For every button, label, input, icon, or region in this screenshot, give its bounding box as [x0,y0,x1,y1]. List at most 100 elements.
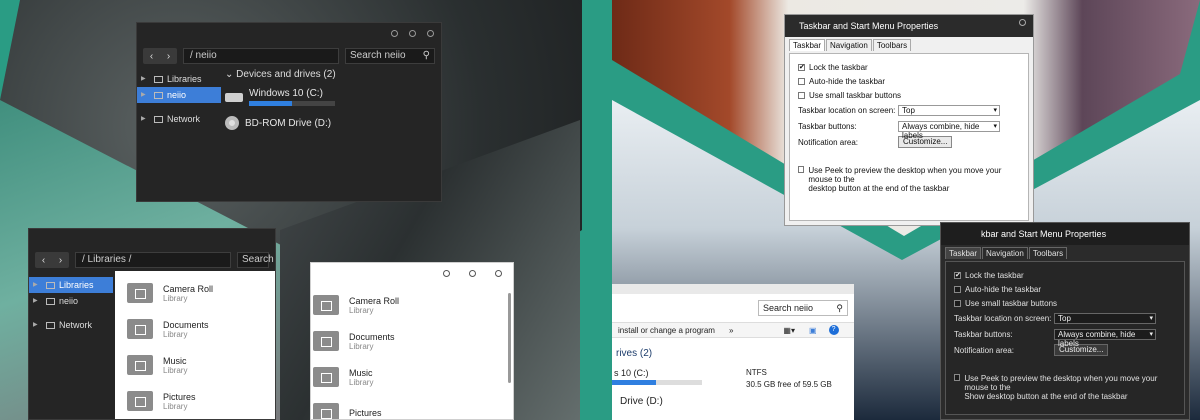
search-box[interactable]: Search neiio ⚲ [345,48,435,64]
forward-icon[interactable]: › [167,51,170,62]
checkbox-box[interactable] [798,166,805,173]
tab-toolbars[interactable]: Toolbars [872,39,912,51]
peek-checkbox[interactable]: Use Peek to preview the desktop when you… [954,374,1176,401]
maximize-button[interactable] [469,270,476,277]
tab-taskbar[interactable]: Taskbar [945,247,982,259]
search-box[interactable]: Search [237,252,274,268]
checkbox-box[interactable]: ✔ [798,63,805,71]
item-name: Documents [163,319,209,330]
sidebar-item-libraries[interactable]: ▶ Libraries [29,277,113,293]
checkbox-box[interactable] [798,77,805,85]
search-placeholder: Search neiio [350,50,406,61]
showcase-canvas: ‹ › / neiio Search neiio ⚲ ▶ Libraries ▶ nei… [0,0,1200,420]
expand-arrow-icon[interactable]: ▶ [33,293,38,309]
item-type: Library [349,305,374,315]
list-item[interactable]: Documents Library [115,311,275,347]
view-options-icon[interactable]: ▦▾ [783,326,795,335]
list-item[interactable]: Documents Library [311,323,507,359]
tab-navigation[interactable]: Navigation [982,247,1028,259]
explorer-window-dark: ‹ › / neiio Search neiio ⚲ ▶ Libraries ▶ nei… [136,22,442,202]
location-select[interactable]: Top [898,104,1000,116]
notification-label: Notification area: [954,345,1015,355]
music-folder-icon [313,367,339,387]
documents-folder-icon [127,319,153,339]
auto-hide-checkbox[interactable]: Auto-hide the taskbar [954,282,1176,296]
small-buttons-checkbox[interactable]: Use small taskbar buttons [954,296,1176,310]
back-forward-buttons[interactable]: ‹ › [35,252,69,268]
sidebar-item-neiio[interactable]: ▶ neiio [29,293,113,309]
address-bar[interactable]: / neiio [183,48,339,64]
tab-navigation[interactable]: Navigation [826,39,872,51]
help-icon[interactable]: ? [828,325,839,335]
list-item[interactable]: Music Library [311,359,507,395]
back-icon[interactable]: ‹ [42,255,45,266]
collapse-chevron-icon[interactable]: ⌄ [225,69,236,80]
sidebar-item-label: Network [59,320,93,330]
list-item[interactable]: Pictures [311,395,507,419]
sidebar-item-label: Libraries [167,74,202,84]
minimize-button[interactable] [391,30,398,37]
section-header[interactable]: ⌄ Devices and drives (2) [225,69,441,80]
checkbox-box[interactable] [954,285,961,293]
filesystem-label: NTFS [746,368,767,377]
dialog-title: Taskbar and Start Menu Properties [785,15,1033,37]
drive-name[interactable]: s 10 (C:) [614,368,649,378]
navigation-pane: ▶ Libraries ▶ neiio ▶ Network [29,277,113,333]
expand-arrow-icon[interactable]: ▶ [33,317,38,333]
back-forward-buttons[interactable]: ‹ › [143,48,177,64]
uninstall-program-button[interactable]: install or change a program [618,326,715,335]
sidebar-item-neiio[interactable]: ▶ neiio [137,87,221,103]
close-button[interactable] [1019,19,1026,26]
search-icon: ⚲ [836,303,843,313]
close-button[interactable] [495,270,502,277]
checkbox-box[interactable] [798,91,805,99]
location-label: Taskbar location on screen: [954,313,1052,323]
libraries-icon [46,282,55,289]
list-item[interactable]: Camera Roll Library [311,287,507,323]
checkbox-box[interactable]: ✔ [954,271,961,279]
sidebar-item-network[interactable]: ▶ Network [137,111,221,127]
address-bar[interactable]: / Libraries / [75,252,231,268]
checkbox-box[interactable] [954,299,961,307]
preview-pane-icon[interactable]: ▣ [809,326,817,335]
lock-taskbar-checkbox[interactable]: ✔ Lock the taskbar [954,268,1176,282]
small-buttons-checkbox[interactable]: Use small taskbar buttons [798,88,1020,102]
list-item[interactable]: Camera Roll Library [115,275,275,311]
back-icon[interactable]: ‹ [150,51,153,62]
network-icon [154,116,163,123]
forward-icon[interactable]: › [59,255,62,266]
location-select[interactable]: Top [1054,312,1156,324]
auto-hide-checkbox[interactable]: Auto-hide the taskbar [798,74,1020,88]
buttons-select[interactable]: Always combine, hide labels [1054,328,1156,348]
drive-item[interactable]: Windows 10 (C:) [225,88,441,106]
expand-arrow-icon[interactable]: ▶ [33,277,38,293]
drive-name: Windows 10 (C:) [249,88,323,99]
scrollbar[interactable] [508,293,511,383]
checkbox-label: Lock the taskbar [809,62,868,72]
content-pane: Camera Roll Library Documents Library Musi… [115,271,275,419]
search-box[interactable]: Search neiio ⚲ [758,300,848,316]
list-item[interactable]: Music Library [115,347,275,383]
buttons-select[interactable]: Always combine, hide labels [898,120,1000,140]
minimize-button[interactable] [443,270,450,277]
peek-checkbox[interactable]: Use Peek to preview the desktop when you… [798,166,1020,193]
item-type: Library [163,329,188,339]
more-commands-chevron[interactable]: » [729,326,733,335]
expand-arrow-icon[interactable]: ▶ [141,111,146,127]
expand-arrow-icon[interactable]: ▶ [141,71,146,87]
sidebar-item-libraries[interactable]: ▶ Libraries [137,71,221,87]
expand-arrow-icon[interactable]: ▶ [141,87,146,103]
buttons-row: Taskbar buttons: Always combine, hide lab… [954,326,1176,348]
checkbox-box[interactable] [954,374,961,381]
tab-taskbar[interactable]: Taskbar [789,39,826,51]
content-pane: ⌄ Devices and drives (2) Windows 10 (C:)… [225,69,441,201]
sidebar-item-network[interactable]: ▶ Network [29,317,113,333]
list-item[interactable]: Pictures Library [115,383,275,419]
checkbox-label: Lock the taskbar [965,270,1024,280]
drive-item[interactable]: BD-ROM Drive (D:) [225,116,441,130]
lock-taskbar-checkbox[interactable]: ✔ Lock the taskbar [798,60,1020,74]
close-button[interactable] [427,30,434,37]
maximize-button[interactable] [409,30,416,37]
drive-name[interactable]: Drive (D:) [620,396,663,407]
tab-toolbars[interactable]: Toolbars [1028,247,1068,259]
